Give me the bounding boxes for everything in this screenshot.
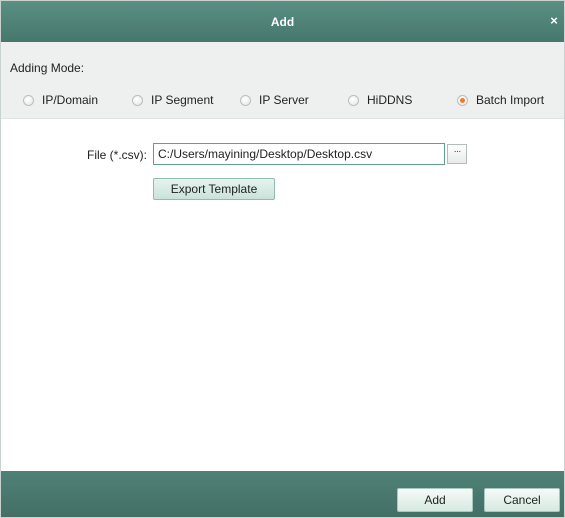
radio-label: IP Segment	[151, 93, 214, 107]
batch-import-panel: File (*.csv): ··· Export Template	[1, 119, 564, 471]
dialog-footer: Add Cancel	[1, 471, 564, 517]
radio-ip-segment[interactable]: IP Segment	[132, 92, 213, 108]
adding-mode-panel: Adding Mode: IP/Domain IP Segment IP Ser…	[1, 42, 564, 119]
radio-checked-icon	[457, 94, 468, 106]
adding-mode-label: Adding Mode:	[10, 61, 85, 75]
file-label: File (*.csv):	[87, 148, 147, 162]
radio-label: HiDDNS	[367, 93, 413, 107]
radio-unchecked-icon	[23, 94, 34, 106]
radio-hiddns[interactable]: HiDDNS	[348, 92, 412, 108]
dialog-title: Add	[270, 14, 295, 29]
add-device-dialog: Add × Adding Mode: IP/Domain IP Segment …	[0, 0, 565, 518]
export-template-button[interactable]: Export Template	[153, 178, 275, 200]
radio-unchecked-icon	[348, 94, 359, 106]
add-button[interactable]: Add	[397, 488, 473, 512]
radio-label: IP/Domain	[42, 93, 99, 107]
radio-label: IP Server	[259, 93, 309, 107]
title-bar: Add ×	[1, 1, 564, 42]
ellipsis-icon[interactable]: ···	[447, 144, 467, 164]
cancel-button[interactable]: Cancel	[484, 488, 560, 512]
adding-mode-options: IP/Domain IP Segment IP Server HiDDNS Ba…	[1, 92, 564, 108]
radio-unchecked-icon	[132, 94, 143, 106]
radio-batch-import[interactable]: Batch Import	[457, 92, 544, 108]
radio-label: Batch Import	[476, 93, 545, 107]
radio-ip-domain[interactable]: IP/Domain	[23, 92, 98, 108]
radio-unchecked-icon	[240, 94, 251, 106]
file-path-input[interactable]	[153, 143, 445, 165]
close-icon[interactable]: ×	[547, 13, 561, 29]
radio-ip-server[interactable]: IP Server	[240, 92, 309, 108]
